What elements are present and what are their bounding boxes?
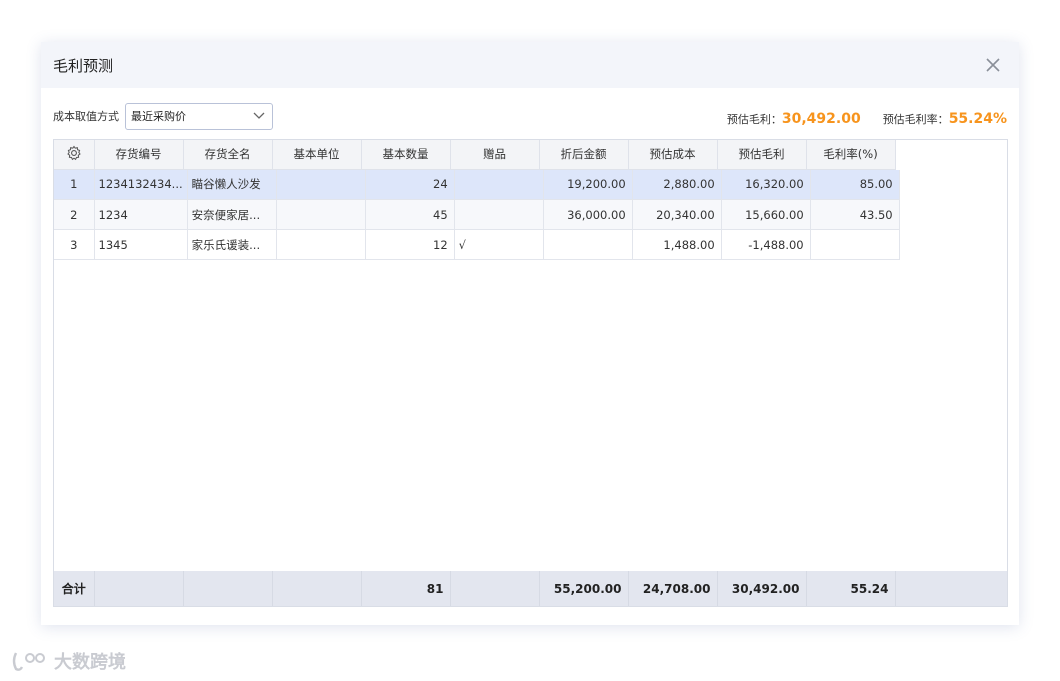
header-name[interactable]: 存货全名 (183, 140, 273, 170)
table-footer: 合计 81 55,200.00 24,708.00 30,492.00 55.2… (54, 571, 1007, 606)
cell-cost: 1,488.00 (632, 229, 722, 260)
watermark: 大数跨境 (10, 648, 126, 674)
table-row[interactable]: 2 1234 安奈便家居... 45 36,000.00 20,340.00 1… (54, 199, 900, 230)
cost-method-value: 最近采购价 (131, 110, 186, 123)
header-unit[interactable]: 基本单位 (272, 140, 362, 170)
cell-gift (454, 169, 544, 200)
gross-profit-value: 30,492.00 (781, 111, 861, 127)
cell-profit: 15,660.00 (721, 199, 811, 230)
cell-profit: -1,488.00 (721, 229, 811, 260)
cell-amount (543, 229, 633, 260)
cell-name: 安奈便家居... (187, 199, 277, 230)
header-qty[interactable]: 基本数量 (361, 140, 451, 170)
header-amount[interactable]: 折后金额 (539, 140, 629, 170)
row-index: 2 (54, 199, 95, 230)
table-body: 1 1234132434... 瞄谷懒人沙发 24 19,200.00 2,88… (54, 169, 900, 260)
table-row[interactable]: 1 1234132434... 瞄谷懒人沙发 24 19,200.00 2,88… (54, 169, 900, 200)
gross-profit-dialog: 毛利预测 成本取值方式 最近采购价 预估毛利： 30,492.00 预估毛利率：… (41, 42, 1019, 625)
cell-qty: 45 (365, 199, 455, 230)
gear-icon (66, 145, 82, 161)
cell-margin (810, 229, 900, 260)
footer-amount: 55,200.00 (539, 571, 629, 606)
watermark-text: 大数跨境 (54, 652, 126, 673)
footer-empty (183, 571, 273, 606)
profit-table: 存货编号 存货全名 基本单位 基本数量 赠品 折后金额 预估成本 预估毛利 毛利… (53, 139, 1008, 607)
chevron-down-icon (253, 112, 265, 119)
cost-method-label: 成本取值方式 (53, 110, 119, 123)
footer-profit: 30,492.00 (717, 571, 807, 606)
cell-cost: 20,340.00 (632, 199, 722, 230)
cell-gift: √ (454, 229, 544, 260)
cost-method-select[interactable]: 最近采购价 (125, 102, 273, 130)
footer-qty: 81 (361, 571, 451, 606)
watermark-logo-icon (12, 652, 45, 671)
dialog-header: 毛利预测 (41, 42, 1019, 88)
footer-cost: 24,708.00 (628, 571, 718, 606)
header-profit[interactable]: 预估毛利 (717, 140, 807, 170)
cell-code: 1234132434... (94, 169, 188, 200)
row-index: 3 (54, 229, 95, 260)
cell-qty: 24 (365, 169, 455, 200)
cell-unit (276, 229, 366, 260)
header-code[interactable]: 存货编号 (94, 140, 184, 170)
header-gift[interactable]: 赠品 (450, 140, 540, 170)
cell-name: 家乐氏谖装... (187, 229, 277, 260)
cell-gift (454, 199, 544, 230)
footer-margin: 55.24 (806, 571, 896, 606)
close-button[interactable] (981, 53, 1005, 77)
cell-code: 1345 (94, 229, 188, 260)
cell-margin: 85.00 (810, 169, 900, 200)
footer-table: 合计 81 55,200.00 24,708.00 30,492.00 55.2… (54, 571, 896, 606)
cell-unit (276, 199, 366, 230)
cell-margin: 43.50 (810, 199, 900, 230)
footer-label: 合计 (54, 571, 95, 606)
cell-qty: 12 (365, 229, 455, 260)
gross-profit-label: 预估毛利： (726, 113, 782, 126)
gross-margin-value: 55.24% (948, 111, 1007, 127)
footer-empty (450, 571, 540, 606)
cell-profit: 16,320.00 (721, 169, 811, 200)
cell-amount: 19,200.00 (543, 169, 633, 200)
cell-cost: 2,880.00 (632, 169, 722, 200)
footer-empty (94, 571, 184, 606)
header-cost[interactable]: 预估成本 (628, 140, 718, 170)
cell-unit (276, 169, 366, 200)
gross-margin-label: 预估毛利率： (882, 113, 949, 126)
table-row[interactable]: 3 1345 家乐氏谖装... 12 √ 1,488.00 -1,488.00 (54, 229, 900, 260)
toolbar: 成本取值方式 最近采购价 预估毛利： 30,492.00 预估毛利率： 55.2… (53, 102, 1007, 130)
column-settings[interactable] (54, 140, 95, 170)
cell-amount: 36,000.00 (543, 199, 633, 230)
table-header: 存货编号 存货全名 基本单位 基本数量 赠品 折后金额 预估成本 预估毛利 毛利… (54, 140, 896, 170)
dialog-title: 毛利预测 (53, 56, 114, 75)
footer-empty (272, 571, 362, 606)
cell-code: 1234 (94, 199, 188, 230)
row-index: 1 (54, 169, 95, 200)
close-icon (986, 58, 1000, 72)
profit-summary: 预估毛利： 30,492.00 预估毛利率： 55.24% (727, 105, 1007, 127)
cell-name: 瞄谷懒人沙发 (187, 169, 277, 200)
header-margin[interactable]: 毛利率(%) (806, 140, 896, 170)
